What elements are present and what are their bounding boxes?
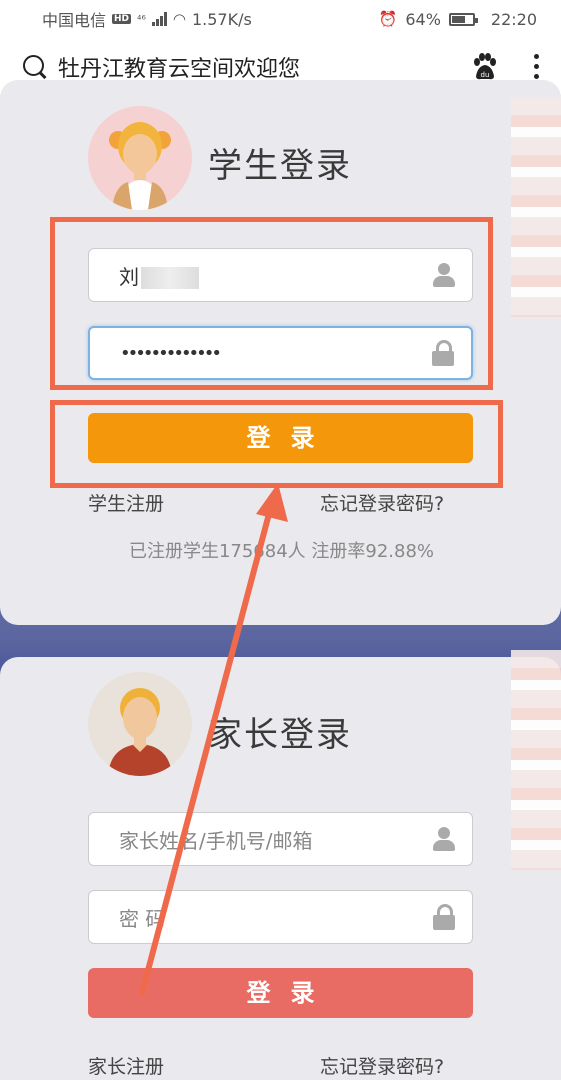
parent-forgot-password-link[interactable]: 忘记登录密码? — [320, 1052, 444, 1079]
parent-password-field[interactable]: 密 码 — [88, 890, 473, 944]
student-forgot-password-link[interactable]: 忘记登录密码? — [320, 489, 444, 516]
credentials-highlight-box — [50, 217, 493, 390]
parent-avatar — [88, 672, 192, 776]
battery-percent: 64% — [405, 9, 441, 29]
user-icon — [432, 826, 456, 852]
parent-username-field[interactable]: 家长姓名/手机号/邮箱 — [88, 812, 473, 866]
page-title[interactable]: 牡丹江教育云空间欢迎您 — [58, 51, 300, 83]
status-bar: 中国电信 HD ⁴⁶ ◠ 1.57K/s ⏰ 64% 22:20 — [0, 0, 561, 38]
parent-password-placeholder: 密 码 — [119, 906, 166, 931]
battery-icon — [448, 12, 478, 26]
student-login-heading: 学生登录 — [208, 146, 352, 186]
parent-login-heading: 家长登录 — [208, 715, 352, 755]
search-icon[interactable] — [22, 54, 48, 80]
hd-badge: HD — [112, 14, 132, 24]
alarm-icon: ⏰ — [378, 10, 398, 28]
more-menu-icon[interactable] — [534, 54, 539, 79]
signal-icon — [151, 12, 167, 26]
parent-login-card: 家长登录 家长姓名/手机号/邮箱 密 码 登录 家长注册 忘记登录密码? — [0, 657, 561, 1080]
svg-text:du: du — [481, 71, 490, 79]
parent-register-link[interactable]: 家长注册 — [88, 1052, 164, 1079]
carrier-label: 中国电信 — [42, 11, 107, 30]
clock: 22:20 — [490, 9, 537, 29]
side-decoration — [511, 97, 561, 317]
registration-stats: 已注册学生175684人 注册率92.88% — [128, 541, 435, 562]
login-button-highlight-box — [50, 400, 503, 488]
network-speed: 1.57K/s — [191, 9, 252, 29]
parent-username-placeholder: 家长姓名/手机号/邮箱 — [119, 828, 313, 853]
wifi-icon: ◠ — [172, 10, 186, 28]
student-avatar — [88, 106, 192, 210]
lock-icon — [432, 904, 456, 930]
student-register-link[interactable]: 学生注册 — [88, 489, 164, 516]
parent-login-button[interactable]: 登录 — [88, 968, 473, 1018]
side-decoration — [511, 650, 561, 870]
network-type: ⁴⁶ — [137, 12, 146, 26]
baidu-paw-icon[interactable]: du — [470, 52, 500, 82]
